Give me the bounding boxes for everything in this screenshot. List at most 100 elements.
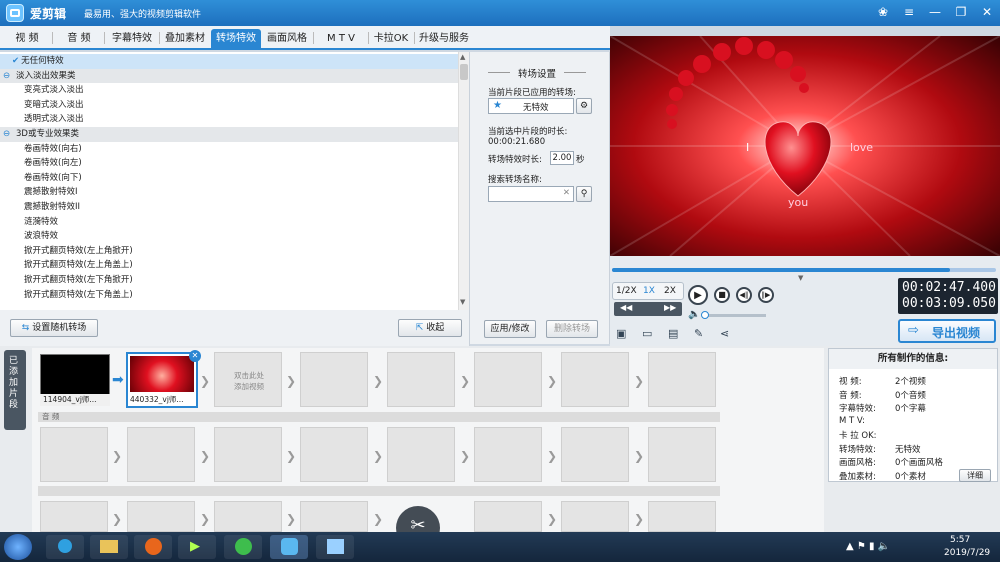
effect-item[interactable]: 震撼散射特效I [0, 185, 458, 200]
details-button[interactable]: 详细 [959, 469, 991, 482]
tab-subtitle-effects[interactable]: 字幕特效 [107, 29, 157, 48]
transition-duration-input[interactable]: 2.00 [550, 151, 574, 165]
empty-audio-slot[interactable] [40, 427, 108, 482]
start-button[interactable] [4, 534, 32, 560]
empty-slot[interactable] [561, 501, 629, 532]
ai-jianji-taskbar-icon[interactable] [270, 535, 308, 559]
volume-knob[interactable] [701, 311, 709, 319]
effect-item[interactable]: 卷画特效(向下) [0, 171, 458, 186]
window-app-icon[interactable] [316, 535, 354, 559]
remove-clip-icon[interactable]: ✕ [189, 350, 201, 362]
empty-slot[interactable] [474, 501, 542, 532]
add-video-slot[interactable]: 双击此处 添加视频 [214, 352, 282, 407]
collapse-group-icon[interactable]: ⊖ [3, 69, 10, 84]
save-icon[interactable]: ▤ [668, 327, 678, 340]
close-button[interactable]: ✕ [976, 3, 998, 21]
restore-button[interactable]: ❐ [950, 3, 972, 21]
effect-item[interactable]: 涟漪特效 [0, 215, 458, 230]
edit-icon[interactable]: ✎ [694, 327, 703, 340]
effect-item[interactable]: 掀开式翻页特效(左上角盖上) [0, 258, 458, 273]
empty-audio-slot[interactable] [474, 427, 542, 482]
empty-slot[interactable] [127, 501, 195, 532]
speed-2x[interactable]: 2X [664, 286, 676, 296]
collapse-group-icon[interactable]: ⊖ [3, 127, 10, 142]
search-icon[interactable]: ⚲ [576, 186, 592, 202]
step-back-icon[interactable]: ◀◀ [620, 303, 632, 312]
scroll-thumb[interactable] [460, 64, 468, 80]
refresh-app-icon[interactable] [224, 535, 262, 559]
stop-button[interactable]: ■ [714, 287, 730, 303]
play-button[interactable]: ▶ [688, 285, 708, 305]
empty-video-slot[interactable] [561, 352, 629, 407]
transition-arrow-icon[interactable]: ❯ [200, 374, 212, 388]
speed-half[interactable]: 1/2X [616, 286, 637, 296]
tab-upgrade[interactable]: 升级与服务 [416, 29, 472, 48]
previous-frame-button[interactable]: ◀‖ [736, 287, 752, 303]
tab-karaoke[interactable]: 卡拉OK [370, 29, 412, 48]
transition-picker-icon[interactable]: ⚙ [576, 98, 592, 114]
minimize-button[interactable]: — [924, 3, 946, 21]
empty-slot[interactable] [40, 501, 108, 532]
tab-mtv[interactable]: M T V [315, 29, 367, 48]
delete-transition-button[interactable]: 删除转场 [546, 320, 598, 338]
empty-video-slot[interactable] [387, 352, 455, 407]
snapshot-icon[interactable]: ▣ [616, 327, 626, 340]
scroll-down-icon[interactable]: ▼ [460, 298, 468, 306]
effect-item[interactable]: 卷画特效(向左) [0, 156, 458, 171]
tab-overlay[interactable]: 叠加素材 [161, 29, 209, 48]
firefox-icon[interactable] [134, 535, 172, 559]
effect-item[interactable]: 透明式淡入淡出 [0, 112, 458, 127]
skin-icon[interactable]: ❀ [872, 3, 894, 21]
export-video-button[interactable]: ⇨ 导出视频 [898, 319, 996, 343]
empty-audio-slot[interactable] [300, 427, 368, 482]
clip-selected[interactable]: 440332_vj师... [126, 352, 198, 408]
empty-slot[interactable] [214, 501, 282, 532]
next-frame-button[interactable]: ‖▶ [758, 287, 774, 303]
frame-step-bar[interactable]: ◀◀ ▶▶ [614, 302, 682, 316]
empty-audio-slot[interactable] [648, 427, 716, 482]
empty-audio-slot[interactable] [214, 427, 282, 482]
volume-slider[interactable] [701, 311, 766, 319]
file-explorer-icon[interactable] [90, 535, 128, 559]
effect-item[interactable]: 掀开式翻页特效(左下角掀开) [0, 273, 458, 288]
media-center-icon[interactable] [46, 535, 84, 559]
list-scrollbar[interactable]: ▲ ▼ [458, 52, 469, 310]
empty-video-slot[interactable] [300, 352, 368, 407]
effect-item[interactable]: ✔ 无任何特效 [0, 54, 458, 69]
tab-picture-style[interactable]: 画面风格 [263, 29, 311, 48]
collapse-button[interactable]: ⇱ 收起 [398, 319, 462, 337]
effect-item[interactable]: 掀开式翻页特效(左上角掀开) [0, 244, 458, 259]
empty-slot[interactable] [648, 501, 716, 532]
tab-audio[interactable]: 音 频 [56, 29, 102, 48]
empty-video-slot[interactable] [648, 352, 716, 407]
expand-icon[interactable]: ▼ [798, 274, 812, 282]
scroll-up-icon[interactable]: ▲ [460, 53, 468, 61]
random-transition-button[interactable]: ⇆ 设置随机转场 [10, 319, 98, 337]
share-icon[interactable]: ⋖ [720, 327, 729, 340]
transition-arrow-icon[interactable]: ➡ [112, 372, 124, 388]
effect-group-header[interactable]: ⊖ 淡入淡出效果类 [0, 68, 458, 84]
effect-item[interactable]: 卷画特效(向右) [0, 142, 458, 157]
effect-item[interactable]: 掀开式翻页特效(左下角盖上) [0, 288, 458, 303]
open-folder-icon[interactable]: ▭ [642, 327, 652, 340]
tab-video[interactable]: 视 频 [4, 29, 50, 48]
effect-item[interactable]: 变暗式淡入淡出 [0, 98, 458, 113]
menu-icon[interactable]: ≡ [898, 3, 920, 21]
effect-item[interactable]: 波浪特效 [0, 229, 458, 244]
empty-slot[interactable] [300, 501, 368, 532]
media-player-icon[interactable]: ▶ [178, 535, 216, 559]
effect-item[interactable]: 震撼散射特效II [0, 200, 458, 215]
tab-transitions[interactable]: 转场特效 [211, 29, 261, 48]
empty-audio-slot[interactable] [387, 427, 455, 482]
transition-search-input[interactable]: ✕ [488, 186, 574, 202]
empty-audio-slot[interactable] [561, 427, 629, 482]
speed-1x[interactable]: 1X [643, 286, 655, 296]
playback-progress-track[interactable] [612, 268, 996, 272]
volume-icon[interactable]: 🔈 [688, 309, 700, 320]
clear-search-icon[interactable]: ✕ [563, 188, 570, 198]
tray-icons[interactable]: ▲ ⚑ ▮ 🔈 [846, 541, 890, 552]
effect-item[interactable]: 变亮式淡入淡出 [0, 83, 458, 98]
effect-group-header[interactable]: ⊖ 3D或专业效果类 [0, 127, 458, 142]
empty-video-slot[interactable] [474, 352, 542, 407]
empty-audio-slot[interactable] [127, 427, 195, 482]
